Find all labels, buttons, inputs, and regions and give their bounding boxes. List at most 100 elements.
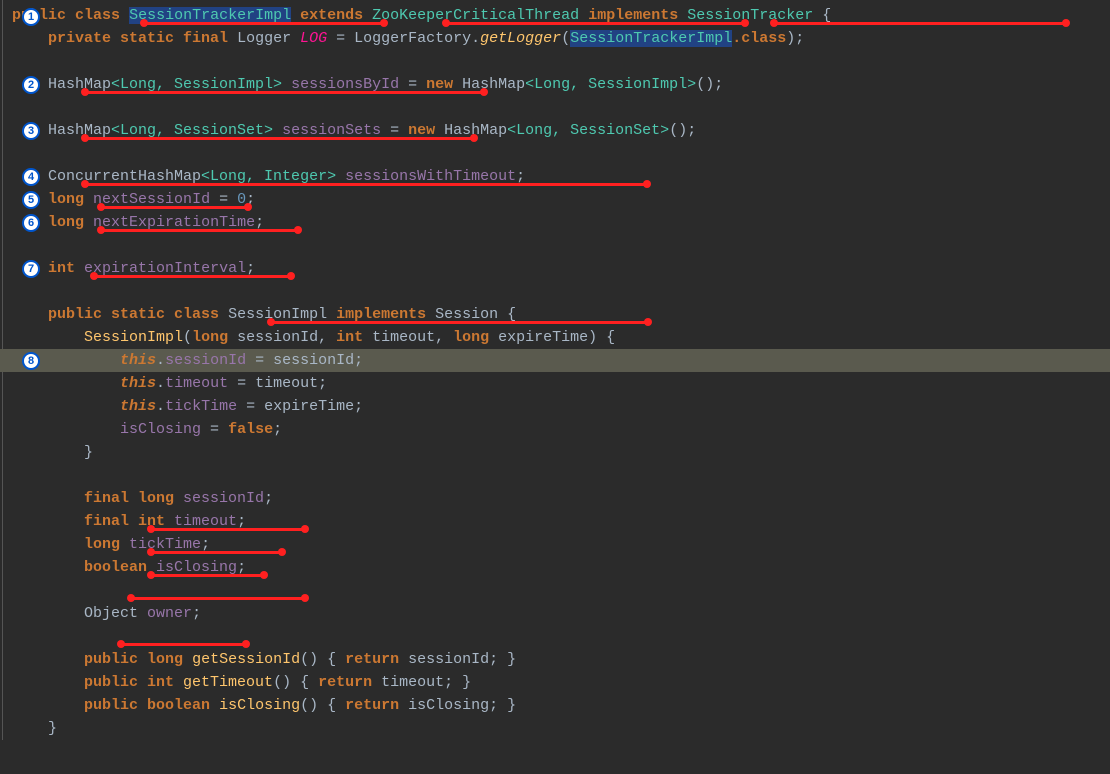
code-line: public int getTimeout() { return timeout… [0, 671, 1110, 694]
code-line-current: this.sessionId = sessionId; [0, 349, 1110, 372]
eq: = [228, 375, 255, 392]
semi: ; [192, 605, 201, 622]
annotation-badge-1: 1 [22, 8, 40, 26]
rhs: expireTime; [264, 398, 363, 415]
generic: <Long, SessionImpl> [111, 76, 282, 93]
type: Object [84, 605, 138, 622]
class-ref: SessionTrackerImpl [570, 30, 732, 47]
mod: public boolean [84, 697, 210, 714]
mod: public int [84, 674, 174, 691]
method: getSessionId [192, 651, 300, 668]
method: isClosing [219, 697, 300, 714]
semi: ; [264, 490, 273, 507]
eq: = [237, 398, 264, 415]
field: tickTime [129, 536, 201, 553]
code-line: final int timeout; [0, 510, 1110, 533]
field: tickTime [165, 398, 237, 415]
blank-line [0, 464, 1110, 487]
modifiers: public static class [48, 306, 219, 323]
field: sessionsWithTimeout [345, 168, 516, 185]
code-editor[interactable]: public class SessionTrackerImpl extends … [0, 0, 1110, 740]
code-line: } [0, 441, 1110, 464]
brace: { [498, 306, 516, 323]
type: long [48, 214, 84, 231]
code-line: ConcurrentHashMap<Long, Integer> session… [0, 165, 1110, 188]
semi: ; [246, 260, 255, 277]
semi: ; [516, 168, 525, 185]
keyword-extends: extends [300, 7, 363, 24]
type: long [453, 329, 489, 346]
mod: final int [84, 513, 165, 530]
mod: boolean [84, 559, 147, 576]
blank-line [0, 625, 1110, 648]
field: timeout [165, 375, 228, 392]
eq: = [246, 352, 273, 369]
return: return [318, 674, 372, 691]
code-line: HashMap<Long, SessionImpl> sessionsById … [0, 73, 1110, 96]
field: expirationInterval [84, 260, 246, 277]
blank-line [0, 280, 1110, 303]
code-line: HashMap<Long, SessionSet> sessionSets = … [0, 119, 1110, 142]
eq: = [201, 421, 228, 438]
code-line: int expirationInterval; [0, 257, 1110, 280]
method: getTimeout [183, 674, 273, 691]
class-literal: .class [732, 30, 786, 47]
brace: { [813, 7, 831, 24]
code-line: Object owner; [0, 602, 1110, 625]
field: nextSessionId [93, 191, 210, 208]
field: isClosing [156, 559, 237, 576]
paren: () { [300, 651, 345, 668]
keyword-implements: implements [588, 7, 678, 24]
type: HashMap [48, 76, 111, 93]
field: sessionId [165, 352, 246, 369]
param: timeout, [363, 329, 453, 346]
param: sessionId, [228, 329, 336, 346]
semi: ; [237, 559, 246, 576]
val: timeout; } [372, 674, 471, 691]
modifiers: private static final [48, 30, 228, 47]
code-line: this.tickTime = expireTime; [0, 395, 1110, 418]
code-line: long nextExpirationTime; [0, 211, 1110, 234]
bool: false [228, 421, 273, 438]
paren: ( [561, 30, 570, 47]
semi: ; [246, 191, 255, 208]
ctor: SessionImpl [84, 329, 183, 346]
number: 0 [237, 191, 246, 208]
generic: <Long, Integer> [201, 168, 336, 185]
dot: . [156, 352, 165, 369]
code-line: public static class SessionImpl implemen… [0, 303, 1110, 326]
generic: <Long, SessionSet> [507, 122, 669, 139]
dot: . [156, 375, 165, 392]
code-line: private static final Logger LOG = Logger… [0, 27, 1110, 50]
blank-line [0, 234, 1110, 257]
interface: Session [435, 306, 498, 323]
close: (); [696, 76, 723, 93]
val: sessionId; } [399, 651, 516, 668]
code-line: long nextSessionId = 0; [0, 188, 1110, 211]
code-line: isClosing = false; [0, 418, 1110, 441]
blank-line [0, 96, 1110, 119]
generic: <Long, SessionSet> [111, 122, 273, 139]
eq: = [210, 191, 237, 208]
annotation-badge-4: 4 [22, 168, 40, 186]
field: nextExpirationTime [93, 214, 255, 231]
code-line: this.timeout = timeout; [0, 372, 1110, 395]
code-line: SessionImpl(long sessionId, int timeout,… [0, 326, 1110, 349]
val: isClosing; } [399, 697, 516, 714]
mod: final long [84, 490, 174, 507]
eq: = [399, 76, 426, 93]
mod: public long [84, 651, 183, 668]
code-line: public class SessionTrackerImpl extends … [0, 4, 1110, 27]
annotation-badge-6: 6 [22, 214, 40, 232]
field: isClosing [120, 421, 201, 438]
type: int [48, 260, 75, 277]
new: new [426, 76, 453, 93]
brace: } [48, 720, 57, 737]
field: sessionSets [282, 122, 381, 139]
semi: ; [273, 421, 282, 438]
code-line: public boolean isClosing() { return isCl… [0, 694, 1110, 717]
const-name: LOG [300, 30, 327, 47]
field: owner [147, 605, 192, 622]
field: timeout [174, 513, 237, 530]
semi: ; [237, 513, 246, 530]
